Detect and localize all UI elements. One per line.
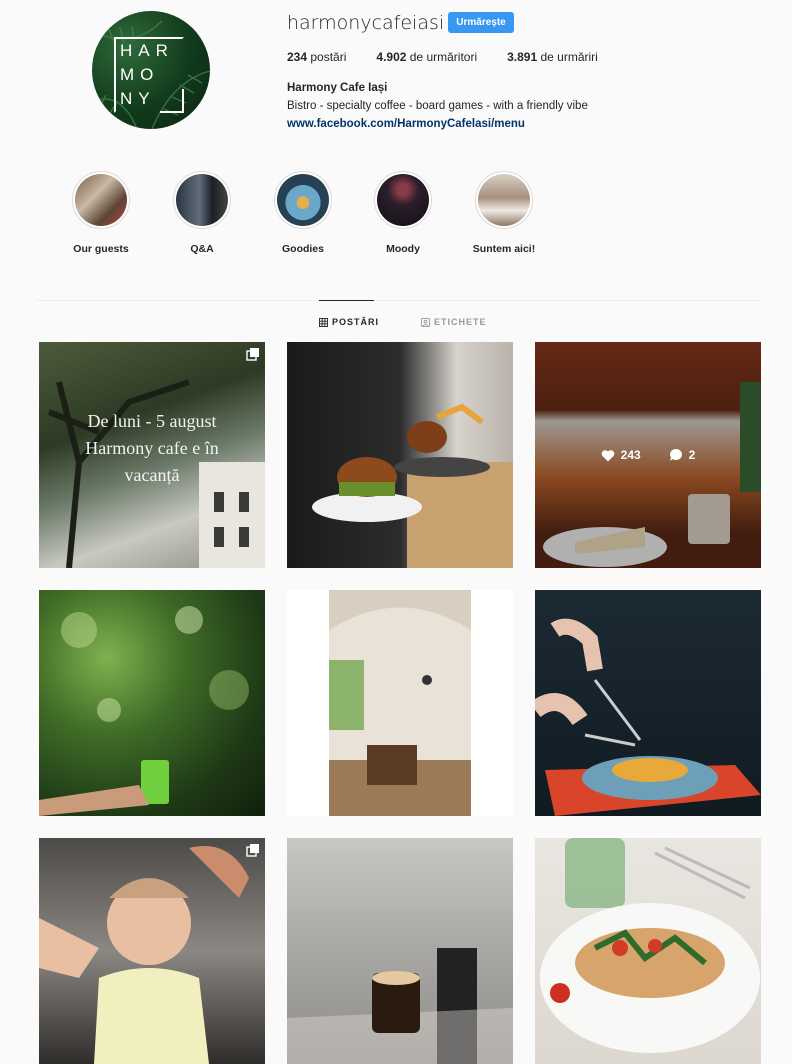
highlight-cover-image [277,174,329,226]
stat-followers[interactable]: 4.902 de urmăritori [376,50,477,64]
profile-avatar[interactable]: HAR MO NY [92,11,210,129]
post-tile[interactable] [287,590,513,816]
profile-username: harmonycafeiasi [287,12,445,34]
post-caption-overlay: De luni - 5 august Harmony cafe e în vac… [39,408,265,489]
post-tile[interactable] [39,838,265,1064]
latte-cup-image [287,948,513,1064]
tab-tagged-label: ETICHETE [434,317,487,327]
salad-plate-image [540,838,760,1053]
likes-count-value: 243 [620,448,641,462]
comments-count: 2 [669,448,696,462]
highlight-cover-image [75,174,127,226]
profile-full-name: Harmony Cafe Iași [287,82,388,94]
highlight-label: Q&A [190,243,214,255]
post-tile[interactable]: 243 2 [535,342,761,568]
highlight-cover-image [478,174,530,226]
highlight-goodies[interactable]: Goodies [263,171,343,255]
highlight-label: Goodies [281,243,324,255]
logo-text-line-2: MO [120,65,160,84]
caption-line: De luni - 5 august Harmony cafe e în vac… [85,411,219,485]
plate-with-fork-image [535,618,761,816]
heart-icon [601,449,614,461]
smiling-child-image [39,846,249,1064]
grid-icon [319,317,328,327]
profile-website-link[interactable]: www.facebook.com/HarmonyCafelasi/menu [287,118,525,130]
comment-bubble-icon [669,449,682,461]
logo-text-line-1: HAR [120,41,174,60]
profile-stats: 234 postări 4.902 de urmăritori 3.891 de… [287,50,628,64]
highlight-moody[interactable]: Moody [363,171,443,255]
cafe-interior-image [329,590,471,816]
stat-posts-value: 234 [287,50,308,64]
stat-following[interactable]: 3.891 de urmăriri [507,50,598,64]
stat-posts: 234 postări [287,50,346,64]
highlight-qa[interactable]: Q&A [162,171,242,255]
stat-following-value: 3.891 [507,50,538,64]
post-tile[interactable] [287,838,513,1064]
post-hover-overlay: 243 2 [535,342,761,568]
highlight-ring [374,171,432,229]
post-tile[interactable] [39,590,265,816]
multiple-images-icon [246,348,259,361]
post-tile[interactable] [287,342,513,568]
post-tile[interactable] [535,838,761,1064]
highlight-cover-image [377,174,429,226]
highlight-ring [72,171,130,229]
stat-followers-label: de urmăritori [406,50,478,64]
highlight-cover-image [176,174,228,226]
follow-button[interactable]: Urmărește [448,12,514,33]
highlight-label: Our guests [73,243,129,255]
post-tile[interactable]: De luni - 5 august Harmony cafe e în vac… [39,342,265,568]
burger-plate-image [312,403,513,568]
profile-bio: Bistro - specialty coffee - board games … [287,100,588,112]
multiple-images-icon [246,844,259,857]
highlight-suntem-aici[interactable]: Suntem aici! [464,171,544,255]
stat-posts-label: postări [307,50,347,64]
highlight-ring [173,171,231,229]
tab-posts[interactable]: POSTĂRI [319,317,379,327]
tab-posts-label: POSTĂRI [332,317,380,327]
highlight-label: Moody [386,243,420,255]
logo-text-line-3: NY [120,89,156,108]
green-drink-bokeh-image [39,606,249,816]
stat-followers-value: 4.902 [376,50,407,64]
tag-icon [421,317,430,327]
post-tile[interactable] [535,590,761,816]
likes-count: 243 [601,448,641,462]
highlight-ring [475,171,533,229]
comments-count-value: 2 [688,448,696,462]
highlight-label: Suntem aici! [472,243,536,255]
tab-tagged[interactable]: ETICHETE [421,317,487,327]
active-tab-indicator [319,300,374,301]
stat-following-label: de urmăriri [537,50,598,64]
highlight-our-guests[interactable]: Our guests [61,171,141,255]
highlight-ring [274,171,332,229]
tabs-divider [36,300,762,301]
